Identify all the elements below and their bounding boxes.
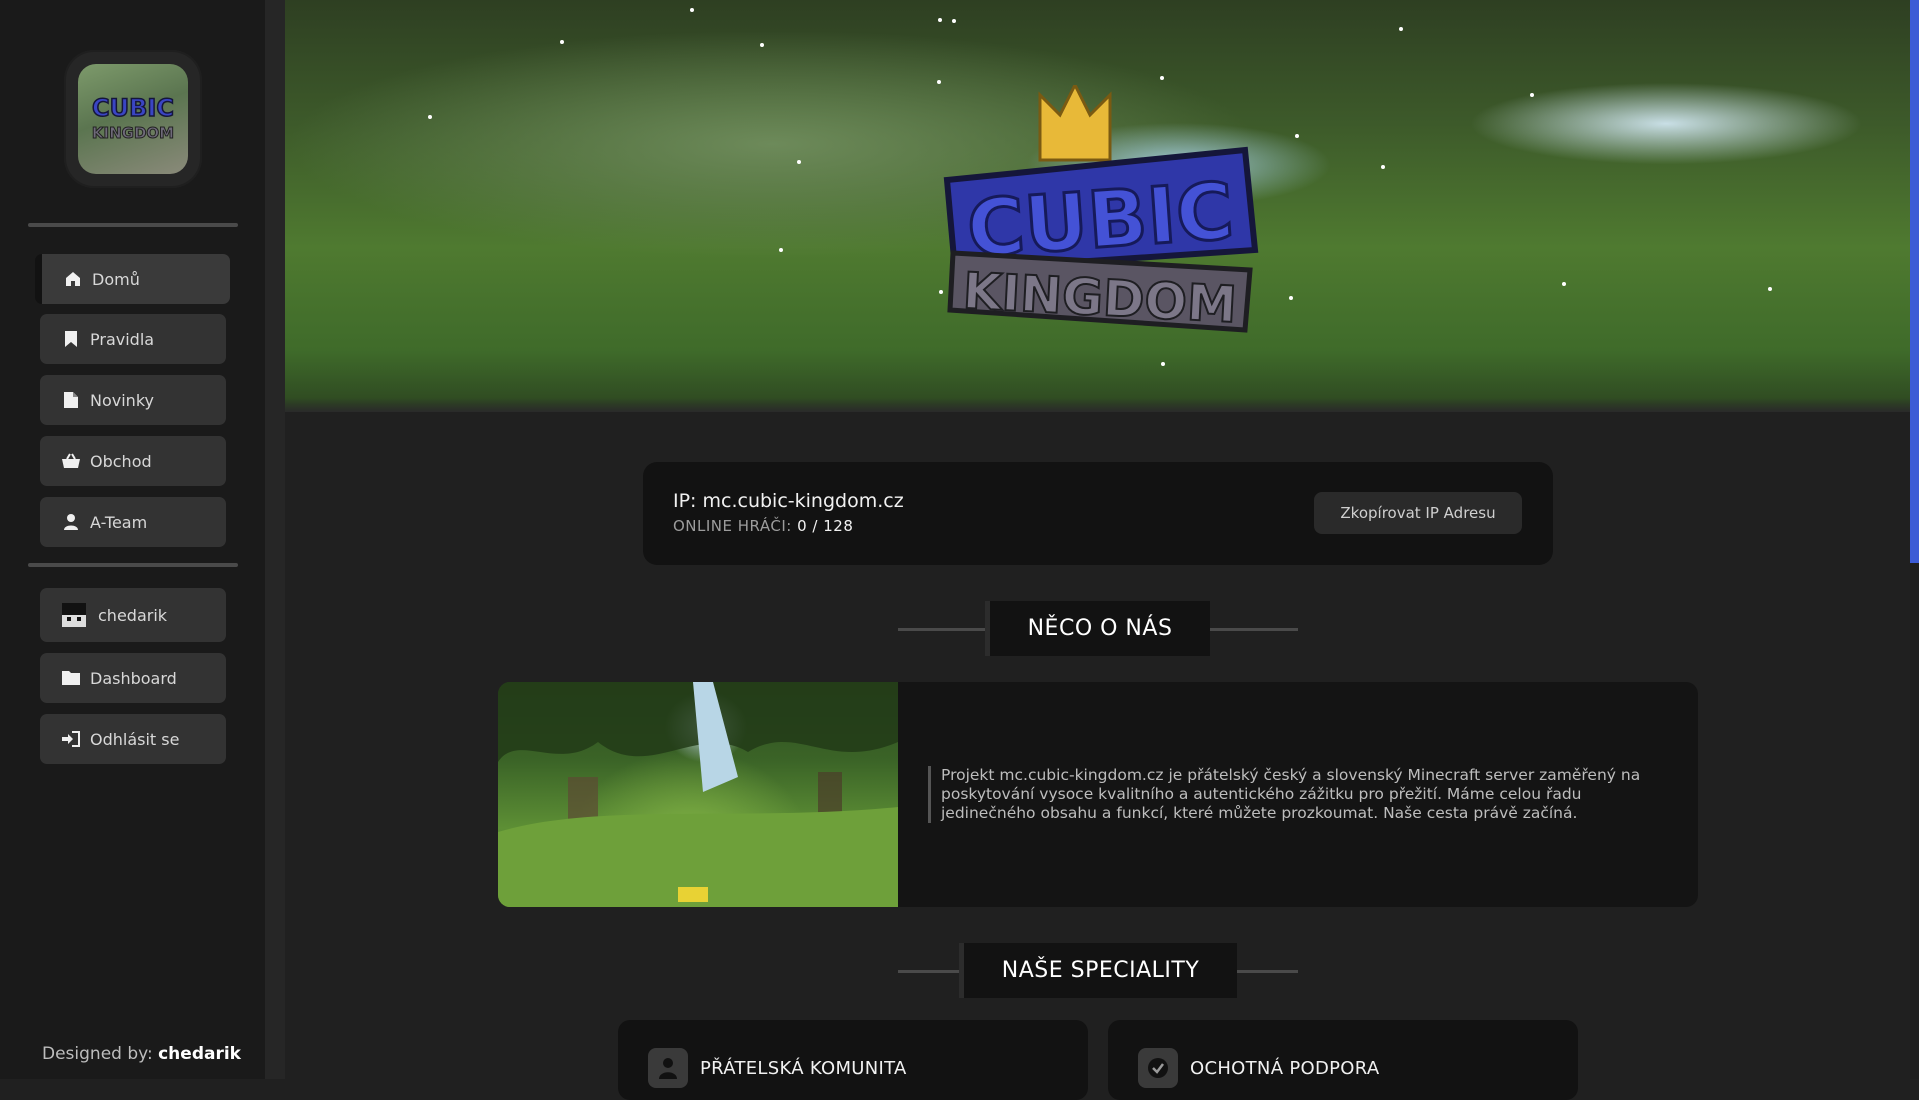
section-divider-line bbox=[1210, 628, 1298, 631]
nav-dashboard[interactable]: Dashboard bbox=[40, 653, 226, 703]
about-text: Projekt mc.cubic-kingdom.cz je přátelský… bbox=[928, 766, 1671, 823]
feature-title: OCHOTNÁ PODPORA bbox=[1190, 1058, 1380, 1079]
user-icon bbox=[648, 1048, 688, 1088]
nav-logout[interactable]: Odhlásit se bbox=[40, 714, 226, 764]
online-players-label: ONLINE HRÁČI: bbox=[673, 517, 792, 535]
copy-ip-button[interactable]: Zkopírovat IP Adresu bbox=[1314, 492, 1522, 534]
section-divider-line bbox=[898, 970, 960, 973]
nav-dashboard-label: Dashboard bbox=[90, 668, 177, 688]
designer-credit-label: Designed by: bbox=[42, 1044, 153, 1064]
document-icon bbox=[62, 391, 80, 409]
sidebar-divider bbox=[28, 563, 238, 567]
nav-news[interactable]: Novinky bbox=[40, 375, 226, 425]
banner-logo: CUBIC KINGDOM bbox=[943, 85, 1259, 335]
logout-icon bbox=[62, 730, 80, 748]
sidebar-edge bbox=[265, 0, 285, 1079]
bookmark-icon bbox=[62, 330, 80, 348]
nav-profile[interactable]: chedarik bbox=[40, 588, 226, 642]
nav-a-team[interactable]: A-Team bbox=[40, 497, 226, 547]
section-divider-line bbox=[898, 628, 985, 631]
about-card: Projekt mc.cubic-kingdom.cz je přátelský… bbox=[498, 682, 1698, 907]
server-ip: IP: mc.cubic-kingdom.cz bbox=[673, 490, 904, 512]
server-ip-value: mc.cubic-kingdom.cz bbox=[702, 490, 904, 512]
sidebar-logo[interactable]: CUBIC KINGDOM bbox=[64, 50, 202, 188]
avatar-icon bbox=[62, 603, 86, 627]
nav-a-team-label: A-Team bbox=[90, 512, 148, 532]
nav-logout-label: Odhlásit se bbox=[90, 729, 180, 749]
nav-rules-label: Pravidla bbox=[90, 329, 155, 349]
specials-section-title: NAŠE SPECIALITY bbox=[959, 943, 1237, 998]
nav-profile-label: chedarik bbox=[98, 605, 168, 625]
nav-home-label: Domů bbox=[92, 269, 140, 289]
server-ip-label: IP: bbox=[673, 490, 697, 512]
folder-icon bbox=[62, 669, 80, 687]
sidebar-logo-image: CUBIC KINGDOM bbox=[78, 64, 188, 174]
svg-text:CUBIC: CUBIC bbox=[92, 94, 174, 122]
designer-credit: Designed by: chedarik bbox=[42, 1044, 241, 1064]
scrollbar-thumb[interactable] bbox=[1910, 0, 1919, 563]
designer-credit-name: chedarik bbox=[158, 1044, 241, 1064]
online-players-value: 0 / 128 bbox=[797, 517, 854, 535]
about-section-title: NĚCO O NÁS bbox=[985, 601, 1210, 656]
online-players: ONLINE HRÁČI: 0 / 128 bbox=[673, 517, 853, 535]
feature-title: PŘÁTELSKÁ KOMUNITA bbox=[700, 1058, 907, 1079]
svg-text:KINGDOM: KINGDOM bbox=[92, 124, 174, 142]
basket-icon bbox=[62, 452, 80, 470]
nav-news-label: Novinky bbox=[90, 390, 154, 410]
sidebar-divider bbox=[28, 223, 238, 227]
nav-rules[interactable]: Pravidla bbox=[40, 314, 226, 364]
user-icon bbox=[62, 513, 80, 531]
home-icon bbox=[64, 270, 82, 288]
hero-banner: CUBIC KINGDOM bbox=[285, 0, 1910, 412]
feature-card-community: PŘÁTELSKÁ KOMUNITA bbox=[618, 1020, 1088, 1100]
section-divider-line bbox=[1237, 970, 1298, 973]
nav-shop[interactable]: Obchod bbox=[40, 436, 226, 486]
server-ip-card: IP: mc.cubic-kingdom.cz ONLINE HRÁČI: 0 … bbox=[643, 462, 1553, 565]
sidebar: CUBIC KINGDOM Domů Pravidla Novinky Obch… bbox=[0, 0, 265, 1079]
nav-shop-label: Obchod bbox=[90, 451, 152, 471]
feature-card-support: OCHOTNÁ PODPORA bbox=[1108, 1020, 1578, 1100]
about-image bbox=[498, 682, 898, 907]
nav-home[interactable]: Domů bbox=[35, 254, 230, 304]
check-badge-icon bbox=[1138, 1048, 1178, 1088]
